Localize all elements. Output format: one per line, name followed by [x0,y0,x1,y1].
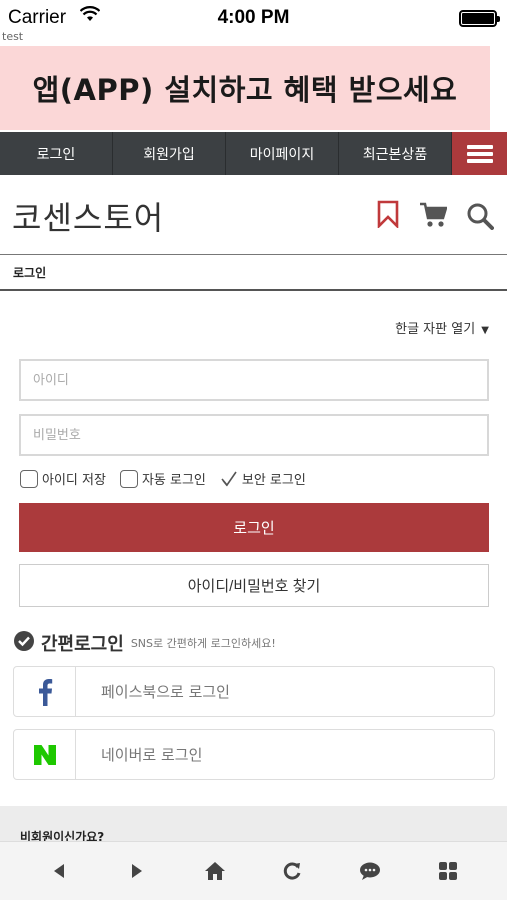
easy-login-header: 간편로그인 SNS로 간편하게 로그인하세요! [13,630,276,656]
debug-label: test [2,30,24,43]
bookmark-icon[interactable] [377,200,399,232]
site-logo[interactable]: 코센스토어 [12,193,164,239]
id-input[interactable] [19,359,489,401]
bottom-toolbar [0,841,507,900]
search-icon[interactable] [466,202,494,234]
save-id-checkbox[interactable]: 아이디 저장 [20,469,106,488]
find-account-button[interactable]: 아이디/비밀번호 찾기 [19,564,489,607]
check-circle-icon [13,630,35,656]
banner-text: 앱(APP) 설치하고 혜택 받으세요 [32,73,458,107]
site-header: 코센스토어 [0,175,507,255]
battery-icon [459,10,500,27]
naver-login-label: 네이버로 로그인 [101,746,203,764]
status-bar: Carrier 4:00 PM [0,0,507,36]
naver-login-button[interactable]: 네이버로 로그인 [13,729,495,780]
breadcrumb: 로그인 [0,256,507,291]
breadcrumb-current: 로그인 [13,266,47,280]
facebook-login-button[interactable]: 페이스북으로 로그인 [13,666,495,717]
refresh-icon[interactable] [277,856,307,886]
login-button[interactable]: 로그인 [19,503,489,552]
checkmark-icon [221,471,237,486]
secure-login-label: 보안 로그인 [241,473,306,488]
naver-icon [14,730,76,779]
secure-login-option[interactable]: 보안 로그인 [220,469,306,488]
nav-item-signup[interactable]: 회원가입 [113,132,226,175]
save-id-label: 아이디 저장 [42,473,106,488]
nav-item-recent[interactable]: 최근본상품 [339,132,452,175]
home-icon[interactable] [200,856,230,886]
facebook-login-label: 페이스북으로 로그인 [101,683,230,701]
back-icon[interactable] [44,856,74,886]
checkbox-box[interactable] [20,469,38,488]
cart-icon[interactable] [419,202,448,232]
top-nav: 로그인 회원가입 마이페이지 최근본상품 [0,132,507,175]
chat-icon[interactable] [355,856,385,886]
app-install-banner[interactable]: 앱(APP) 설치하고 혜택 받으세요 [0,46,490,130]
hamburger-icon[interactable] [452,132,507,175]
caret-down-icon: ▼ [481,325,489,336]
clock: 4:00 PM [217,7,290,28]
auto-login-checkbox[interactable]: 자동 로그인 [119,469,206,488]
easy-login-title: 간편로그인 [41,634,124,655]
keyboard-toggle-label: 한글 자판 열기 [395,322,476,337]
login-options: 아이디 저장 자동 로그인 보안 로그인 [20,469,320,488]
facebook-icon [14,667,76,716]
forward-icon[interactable] [122,856,152,886]
nav-item-login[interactable]: 로그인 [0,132,113,175]
auto-login-label: 자동 로그인 [141,473,206,488]
nonmember-section: 비회원이신가요? [0,806,507,846]
keyboard-toggle[interactable]: 한글 자판 열기 ▼ [395,318,489,337]
grid-icon[interactable] [433,856,463,886]
password-input[interactable] [19,414,489,456]
nav-item-mypage[interactable]: 마이페이지 [226,132,339,175]
easy-login-subtitle: SNS로 간편하게 로그인하세요! [130,637,276,650]
checkbox-box[interactable] [119,469,138,488]
